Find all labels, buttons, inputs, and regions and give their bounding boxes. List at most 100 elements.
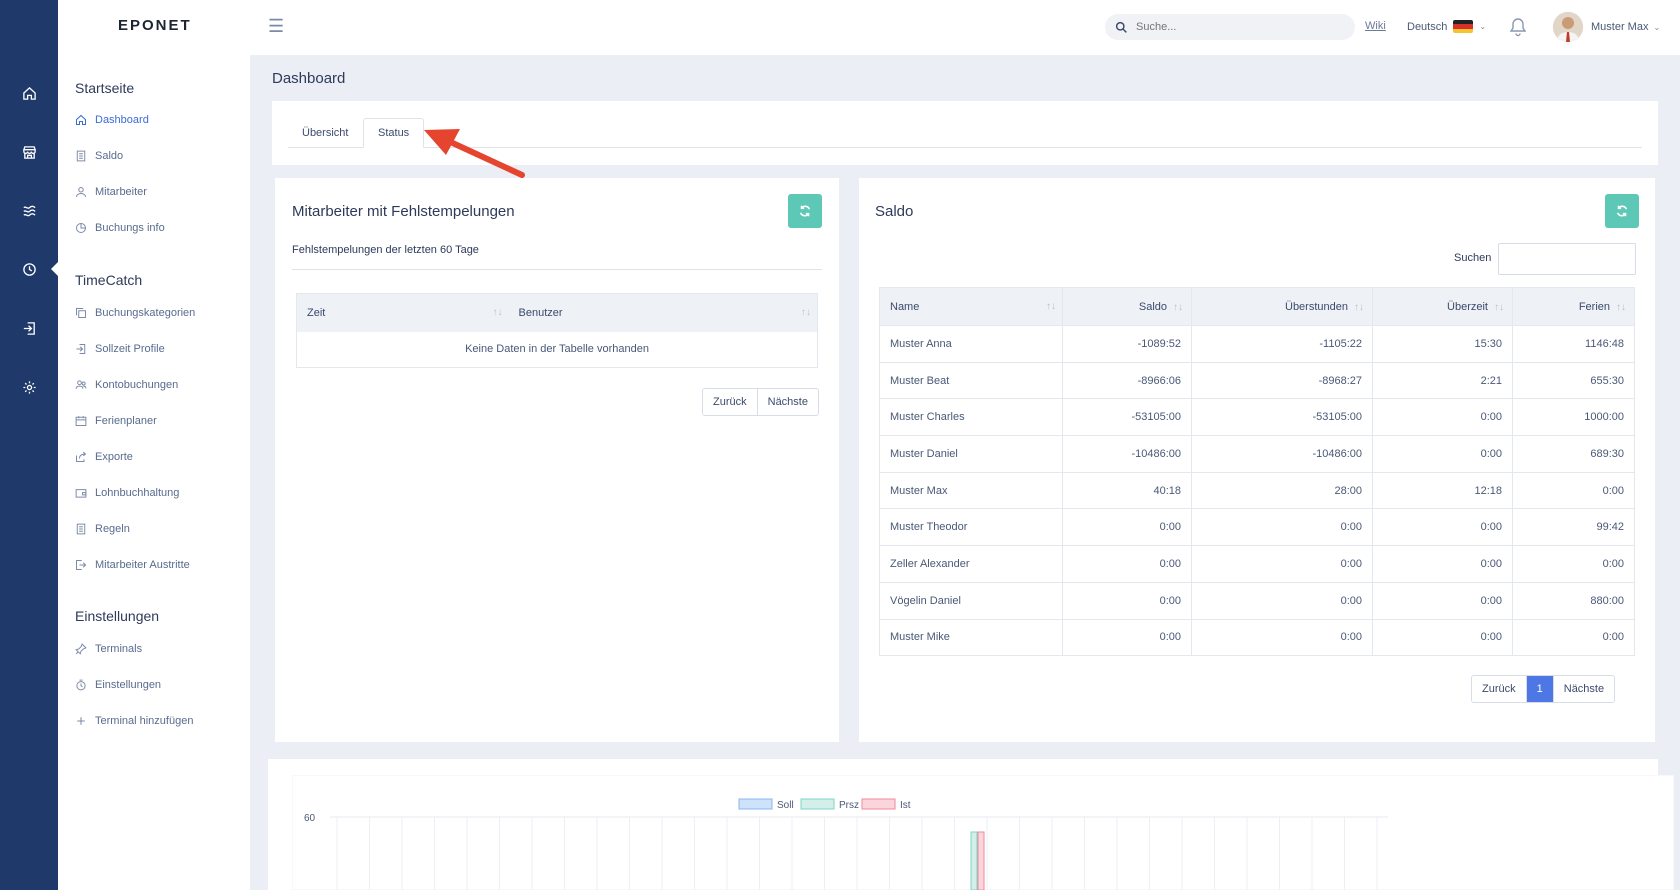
table-row[interactable]: Muster Anna -1089:52 -1105:22 15:30 1146:48 — [879, 325, 1635, 363]
sidebar-item-ferienplaner[interactable]: Ferienplaner — [75, 415, 157, 427]
table-row[interactable]: Muster Max 40:18 28:00 12:18 0:00 — [879, 472, 1635, 509]
cell-ferien: 1146:48 — [1585, 337, 1624, 350]
cell-ueberzeit: 0:00 — [1372, 582, 1513, 619]
cell-ueberzeit: 12:18 — [1372, 472, 1513, 509]
wiki-link[interactable]: Wiki — [1365, 20, 1386, 32]
logo[interactable]: EPONET — [118, 17, 192, 34]
sidebar-item-kontobuchungen[interactable]: Kontobuchungen — [75, 379, 178, 391]
waves-icon[interactable] — [0, 195, 58, 225]
table-row[interactable]: Muster Theodor 0:00 0:00 0:00 99:42 — [879, 508, 1635, 546]
table-row[interactable]: Muster Beat -8966:06 -8968:27 2:21 655:30 — [879, 362, 1635, 399]
legend-label-soll: Soll — [777, 800, 794, 811]
sidebar-item-terminals[interactable]: Terminals — [75, 643, 142, 655]
table-row[interactable]: Muster Daniel -10486:00 -10486:00 0:00 689:3… — [879, 435, 1635, 473]
chart-card: Soll Prsz Ist 60 — [268, 759, 1674, 890]
cell-ueberstunden: -8968:27 — [1191, 362, 1373, 399]
sidebar-item-buchungskategorien[interactable]: Buchungskategorien — [75, 307, 195, 319]
cell-saldo: 0:00 — [1062, 545, 1192, 583]
sidebar-item-mitarbeiter-austritte[interactable]: Mitarbeiter Austritte — [75, 559, 190, 571]
prev-page-button[interactable]: Zurück — [703, 389, 757, 415]
column-label: Zeit — [307, 306, 326, 319]
page-1-button[interactable]: 1 — [1525, 676, 1553, 702]
cell-ueberzeit: 0:00 — [1372, 435, 1513, 473]
section-title-einstellungen: Einstellungen — [75, 608, 160, 624]
cell-ueberstunden: -1105:22 — [1191, 325, 1373, 363]
cell-ueberzeit: 15:30 — [1372, 325, 1513, 363]
refresh-button[interactable] — [1605, 194, 1639, 228]
cell-ueberzeit: 2:21 — [1372, 362, 1513, 399]
language-selector[interactable]: Deutsch ⌄ — [1407, 20, 1486, 33]
sidebar-item-label: Mitarbeiter — [95, 186, 147, 198]
legend-label-prsz: Prsz — [839, 800, 859, 811]
user-icon — [76, 187, 86, 197]
cell-ferien: 880:00 — [1590, 594, 1624, 607]
saldo-search-input[interactable] — [1498, 243, 1636, 275]
column-header-ueberstunden[interactable]: Überstunden ↑↓ — [1191, 287, 1373, 326]
cell-saldo: 0:00 — [1062, 619, 1192, 656]
sidebar-item-mitarbeiter[interactable]: Mitarbeiter — [75, 186, 147, 198]
sort-icon: ↑↓ — [1616, 301, 1626, 313]
cell-saldo: -8966:06 — [1062, 362, 1192, 399]
active-indicator — [51, 262, 58, 276]
sidebar-item-buchungs-info[interactable]: Buchungs info — [75, 222, 165, 234]
empty-table-message: Keine Daten in der Tabelle vorhanden — [465, 343, 649, 356]
column-header-name[interactable]: Name ↑↓ — [879, 287, 1063, 326]
column-header-benutzer[interactable]: Benutzer ↑↓ — [509, 294, 818, 332]
sidebar-item-label: Buchungskategorien — [95, 307, 196, 319]
card-subtitle: Fehlstempelungen der letzten 60 Tage — [292, 244, 479, 256]
cell-name: Muster Anna — [879, 325, 1063, 363]
topbar: ☰ Wiki Deutsch ⌄ Muster Max ⌄ — [250, 0, 1680, 55]
bell-icon[interactable] — [1509, 17, 1527, 40]
table-row[interactable]: Muster Mike 0:00 0:00 0:00 0:00 — [879, 619, 1635, 656]
cell-ferien: 1000:00 — [1584, 411, 1624, 424]
sidebar-item-terminal-hinzufuegen[interactable]: Terminal hinzufügen — [75, 715, 193, 727]
cell-ferien: 0:00 — [1602, 557, 1624, 570]
refresh-button[interactable] — [788, 194, 822, 228]
column-header-zeit[interactable]: Zeit ↑↓ — [297, 294, 509, 332]
prev-page-button[interactable]: Zurück — [1472, 676, 1526, 702]
sidebar-item-label: Sollzeit Profile — [95, 343, 165, 355]
clock-icon[interactable] — [0, 254, 58, 284]
hamburger-menu-icon[interactable]: ☰ — [268, 16, 284, 37]
table-row[interactable]: Muster Charles -53105:00 -53105:00 0:00 1000… — [879, 398, 1635, 436]
sidebar-item-einstellungen[interactable]: Einstellungen — [75, 679, 161, 691]
cell-saldo: 0:00 — [1062, 582, 1192, 619]
column-header-saldo[interactable]: Saldo ↑↓ — [1062, 287, 1192, 326]
column-header-ueberzeit[interactable]: Überzeit ↑↓ — [1372, 287, 1513, 326]
next-page-button[interactable]: Nächste — [756, 389, 818, 415]
tab-uebersicht[interactable]: Übersicht — [288, 118, 362, 148]
user-name: Muster Max — [1591, 21, 1649, 33]
table-row[interactable]: Vögelin Daniel 0:00 0:00 0:00 880:00 — [879, 582, 1635, 619]
home-icon[interactable] — [0, 78, 58, 108]
fehlstempelungen-table: Zeit ↑↓ Benutzer ↑↓ Keine Daten in der Tab… — [296, 293, 818, 368]
search-box — [1105, 14, 1355, 40]
search-input[interactable] — [1136, 21, 1336, 33]
user-menu[interactable]: Muster Max ⌄ — [1591, 21, 1660, 33]
cell-ueberzeit: 0:00 — [1372, 619, 1513, 656]
sidebar-item-label: Terminal hinzufügen — [95, 715, 194, 727]
sidebar-item-exporte[interactable]: Exporte — [75, 451, 133, 463]
store-icon[interactable] — [0, 137, 58, 167]
sidebar-item-sollzeit-profile[interactable]: Sollzeit Profile — [75, 343, 165, 355]
column-label: Benutzer — [518, 306, 563, 319]
cell-saldo: -53105:00 — [1062, 398, 1192, 436]
german-flag-icon — [1453, 20, 1474, 33]
sidebar-item-saldo[interactable]: Saldo — [75, 150, 123, 162]
sidebar-item-lohnbuchhaltung[interactable]: Lohnbuchhaltung — [75, 487, 179, 499]
icon-rail — [0, 0, 58, 890]
annotation-arrow — [424, 129, 525, 178]
sidebar-item-dashboard[interactable]: Dashboard — [75, 114, 149, 126]
sort-icon: ↑↓ — [1046, 300, 1056, 312]
gear-icon[interactable] — [0, 372, 58, 402]
cell-ferien: 689:30 — [1590, 447, 1624, 460]
pin-icon — [75, 643, 87, 655]
tab-status[interactable]: Status — [363, 118, 425, 148]
avatar[interactable] — [1553, 12, 1583, 42]
cell-name: Zeller Alexander — [879, 545, 1063, 583]
table-row[interactable]: Zeller Alexander 0:00 0:00 0:00 0:00 — [879, 545, 1635, 583]
sort-icon: ↑↓ — [492, 306, 503, 318]
sidebar-item-regeln[interactable]: Regeln — [75, 523, 130, 535]
login-icon[interactable] — [0, 313, 58, 343]
column-header-ferien[interactable]: Ferien ↑↓ — [1513, 288, 1635, 326]
next-page-button[interactable]: Nächste — [1552, 676, 1615, 702]
